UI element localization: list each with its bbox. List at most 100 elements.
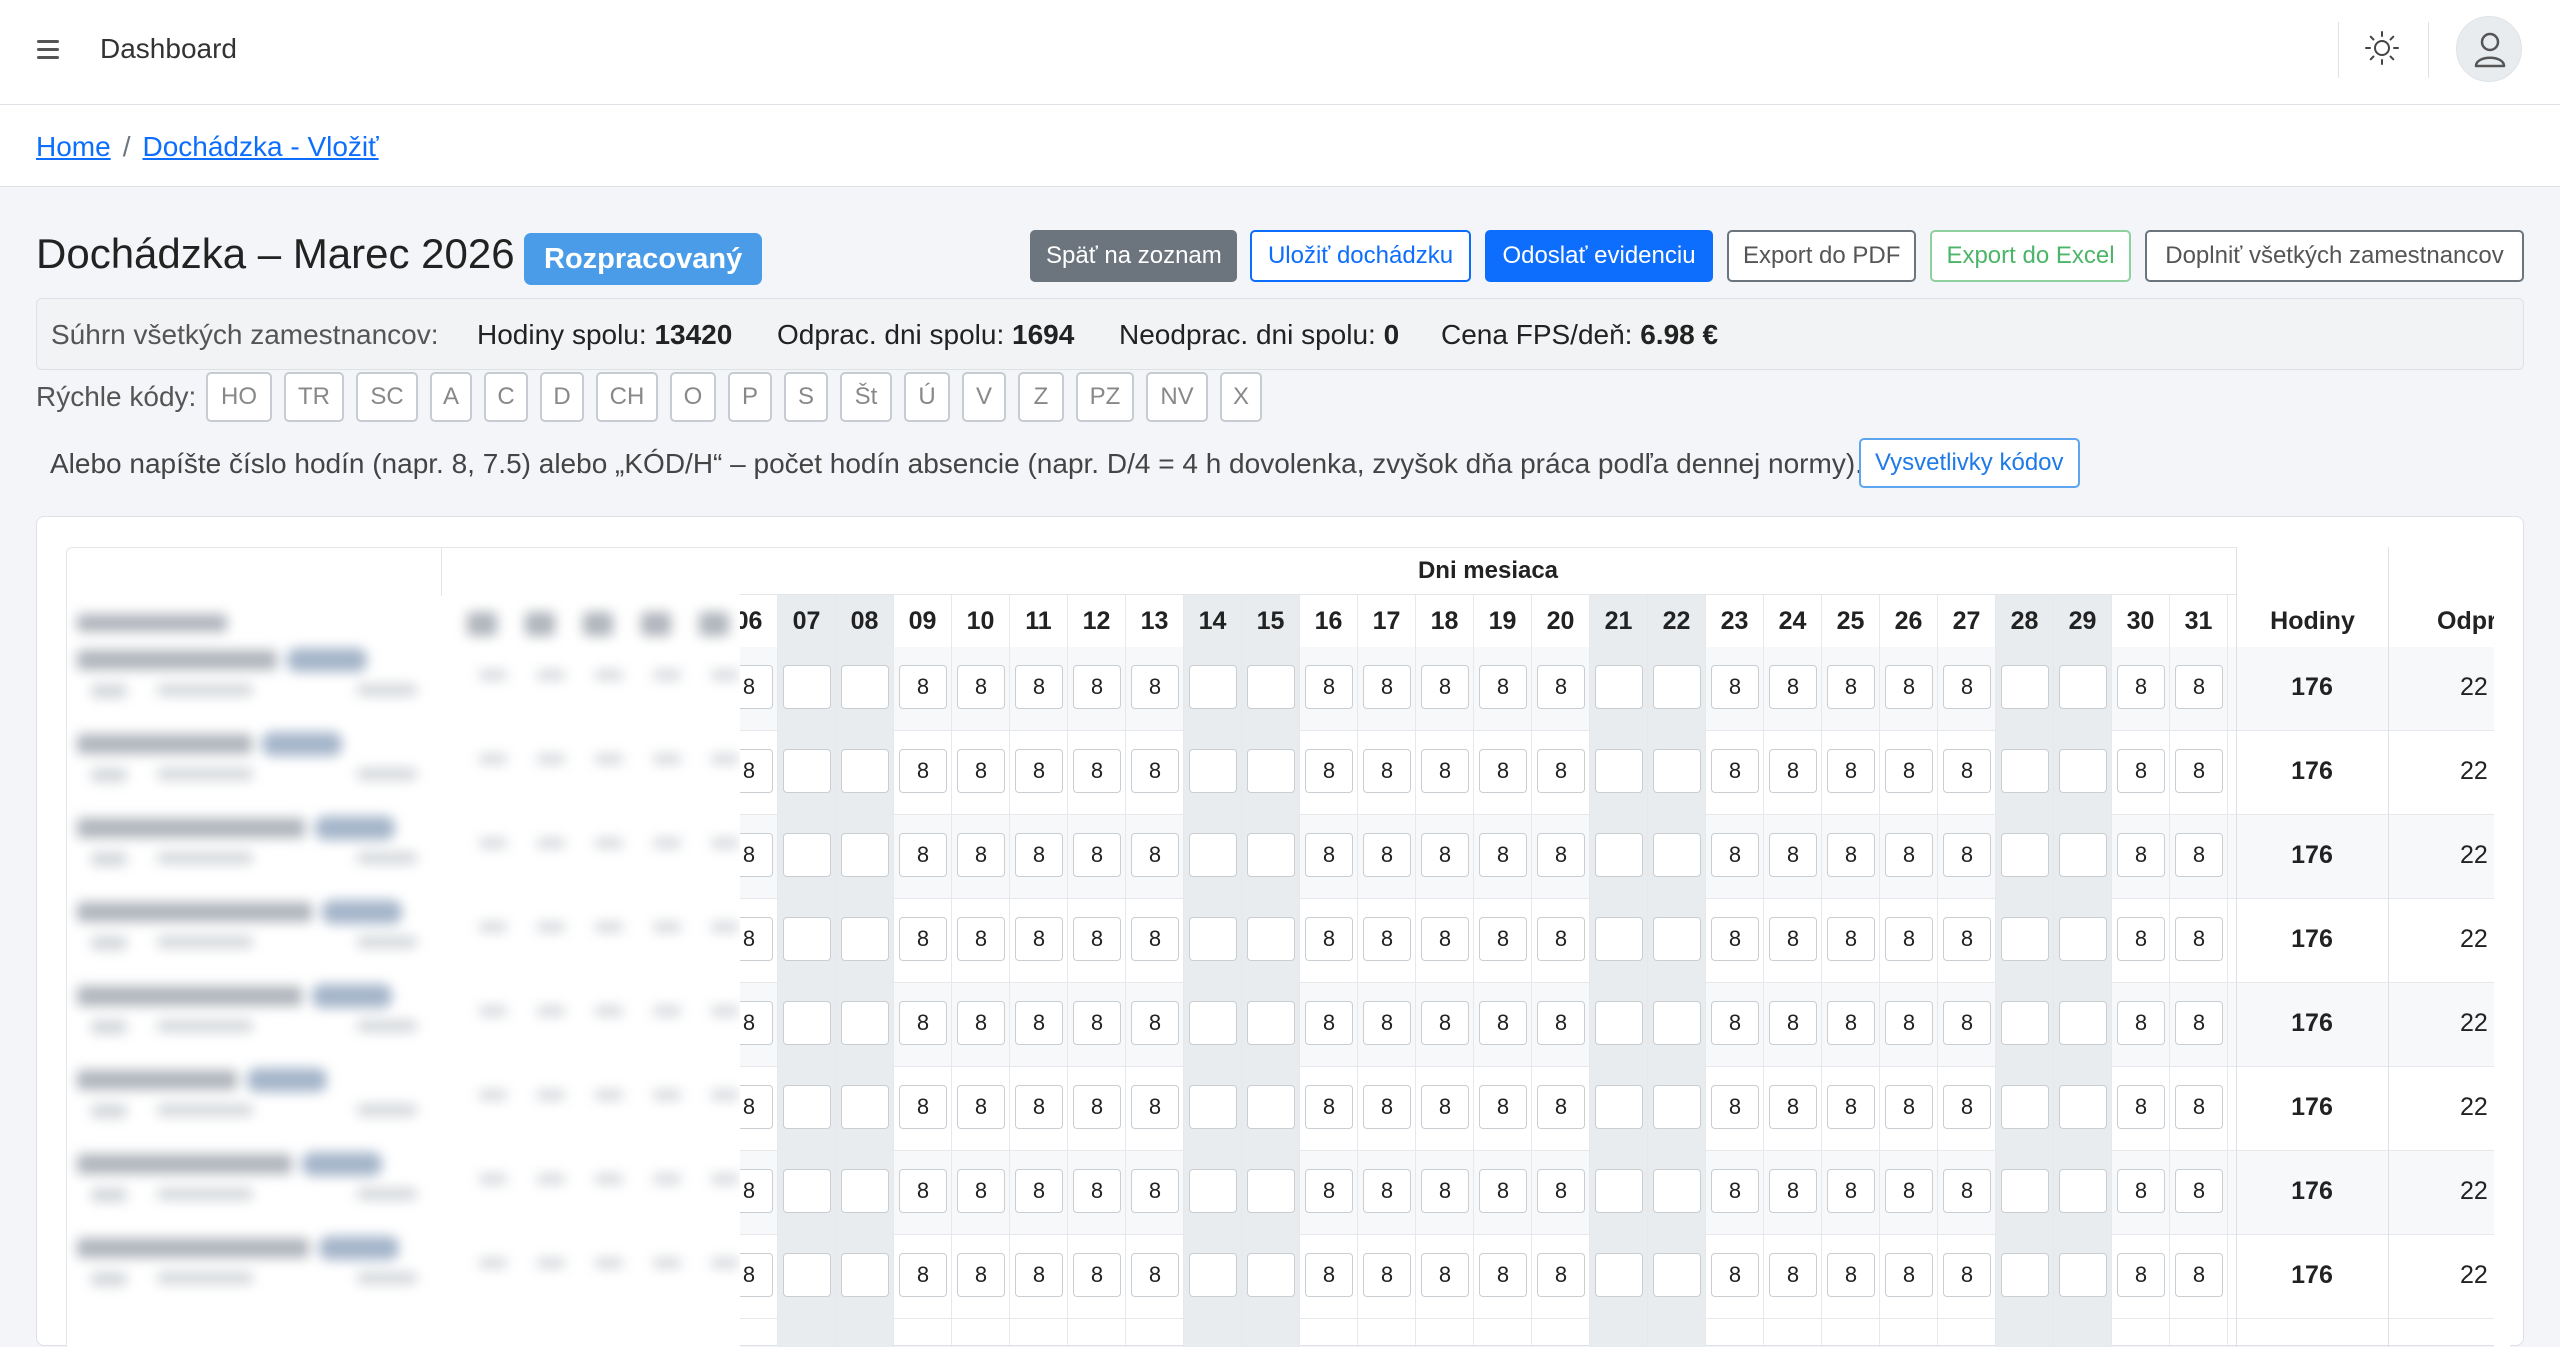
day-hours-input[interactable]: 8 [1073,665,1121,709]
quick-code-št[interactable]: Št [840,372,892,422]
day-hours-input[interactable] [783,917,831,961]
quick-code-o[interactable]: O [670,372,716,422]
day-hours-input[interactable]: 8 [740,1001,773,1045]
day-hours-input[interactable] [2001,1253,2049,1297]
day-hours-input[interactable]: 8 [1943,1169,1991,1213]
day-hours-input[interactable] [1189,1085,1237,1129]
day-hours-input[interactable]: 8 [1711,1001,1759,1045]
day-hours-input[interactable]: 8 [1827,665,1875,709]
day-hours-input[interactable] [1247,917,1295,961]
day-hours-input[interactable]: 8 [1769,749,1817,793]
day-hours-input[interactable]: 8 [1827,1169,1875,1213]
day-hours-input[interactable] [2059,833,2107,877]
day-hours-input[interactable]: 8 [1769,665,1817,709]
day-hours-input[interactable]: 8 [1073,1001,1121,1045]
day-hours-input[interactable]: 8 [1421,665,1469,709]
day-hours-input[interactable] [783,665,831,709]
day-hours-input[interactable] [1595,1085,1643,1129]
day-hours-input[interactable]: 8 [1305,1085,1353,1129]
day-hours-input[interactable]: 8 [1769,1001,1817,1045]
day-hours-input[interactable]: 8 [1885,917,1933,961]
day-hours-input[interactable]: 8 [2175,1085,2223,1129]
day-hours-input[interactable]: 8 [2117,1001,2165,1045]
day-hours-input[interactable]: 8 [740,749,773,793]
day-hours-input[interactable] [1189,917,1237,961]
day-hours-input[interactable]: 8 [1943,749,1991,793]
day-hours-input[interactable]: 8 [2175,665,2223,709]
quick-code-v[interactable]: V [962,372,1006,422]
day-hours-input[interactable]: 8 [1827,1085,1875,1129]
day-hours-input[interactable]: 8 [1421,1169,1469,1213]
day-hours-input[interactable]: 8 [2175,749,2223,793]
day-hours-input[interactable]: 8 [1131,749,1179,793]
user-avatar[interactable] [2456,16,2522,82]
day-hours-input[interactable] [1247,833,1295,877]
day-hours-input[interactable]: 8 [1827,833,1875,877]
day-hours-input[interactable]: 8 [899,833,947,877]
day-hours-input[interactable]: 8 [1943,917,1991,961]
day-hours-input[interactable]: 8 [957,1085,1005,1129]
day-hours-input[interactable]: 8 [1363,917,1411,961]
day-hours-input[interactable] [1653,665,1701,709]
day-hours-input[interactable] [1247,665,1295,709]
day-hours-input[interactable]: 8 [2117,1169,2165,1213]
day-hours-input[interactable]: 8 [1711,665,1759,709]
back-to-list-button[interactable]: Späť na zoznam [1030,230,1237,282]
day-hours-input[interactable]: 8 [1885,665,1933,709]
day-hours-input[interactable]: 8 [2117,665,2165,709]
quick-code-ú[interactable]: Ú [904,372,950,422]
day-hours-input[interactable]: 8 [899,665,947,709]
day-hours-input[interactable]: 8 [1943,1001,1991,1045]
day-hours-input[interactable]: 8 [1885,1169,1933,1213]
day-hours-input[interactable]: 8 [957,1253,1005,1297]
breadcrumb-home-link[interactable]: Home [36,131,111,162]
day-hours-input[interactable]: 8 [1885,1085,1933,1129]
day-hours-input[interactable] [841,749,889,793]
code-explanations-button[interactable]: Vysvetlivky kódov [1859,438,2080,488]
hamburger-icon[interactable] [34,34,64,64]
day-hours-input[interactable] [1653,917,1701,961]
day-hours-input[interactable]: 8 [1537,1085,1585,1129]
day-hours-input[interactable]: 8 [1479,665,1527,709]
day-hours-input[interactable]: 8 [1479,1085,1527,1129]
day-hours-input[interactable]: 8 [1015,833,1063,877]
day-hours-input[interactable] [2001,665,2049,709]
day-hours-input[interactable] [1189,1169,1237,1213]
day-hours-input[interactable]: 8 [1537,1169,1585,1213]
quick-code-ch[interactable]: CH [596,372,658,422]
day-hours-input[interactable]: 8 [1421,917,1469,961]
quick-code-x[interactable]: X [1220,372,1262,422]
export-excel-button[interactable]: Export do Excel [1930,230,2131,282]
day-hours-input[interactable]: 8 [1015,1169,1063,1213]
day-hours-input[interactable] [2059,917,2107,961]
day-hours-input[interactable]: 8 [1131,1169,1179,1213]
day-hours-input[interactable]: 8 [899,1085,947,1129]
day-hours-input[interactable] [2059,1085,2107,1129]
day-hours-input[interactable]: 8 [899,1001,947,1045]
day-hours-input[interactable] [1247,1001,1295,1045]
day-hours-input[interactable]: 8 [1827,749,1875,793]
day-hours-input[interactable]: 8 [1131,833,1179,877]
day-hours-input[interactable]: 8 [1305,1253,1353,1297]
day-hours-input[interactable]: 8 [1537,917,1585,961]
day-hours-input[interactable]: 8 [1479,749,1527,793]
day-hours-input[interactable]: 8 [1537,1253,1585,1297]
day-hours-input[interactable]: 8 [1421,833,1469,877]
day-hours-input[interactable]: 8 [1073,1169,1121,1213]
day-hours-input[interactable]: 8 [1015,917,1063,961]
quick-code-s[interactable]: S [784,372,828,422]
day-hours-input[interactable] [1189,749,1237,793]
day-hours-input[interactable]: 8 [957,749,1005,793]
day-hours-input[interactable]: 8 [1537,833,1585,877]
send-records-button[interactable]: Odoslať evidenciu [1485,230,1713,282]
day-hours-input[interactable]: 8 [2117,1253,2165,1297]
day-hours-input[interactable]: 8 [1131,917,1179,961]
day-hours-input[interactable]: 8 [1305,665,1353,709]
quick-code-tr[interactable]: TR [284,372,344,422]
day-hours-input[interactable] [1189,1001,1237,1045]
day-hours-input[interactable]: 8 [1885,1253,1933,1297]
day-hours-input[interactable]: 8 [1363,1253,1411,1297]
day-hours-input[interactable]: 8 [740,1085,773,1129]
day-hours-input[interactable]: 8 [1885,1001,1933,1045]
day-hours-input[interactable] [2001,1001,2049,1045]
